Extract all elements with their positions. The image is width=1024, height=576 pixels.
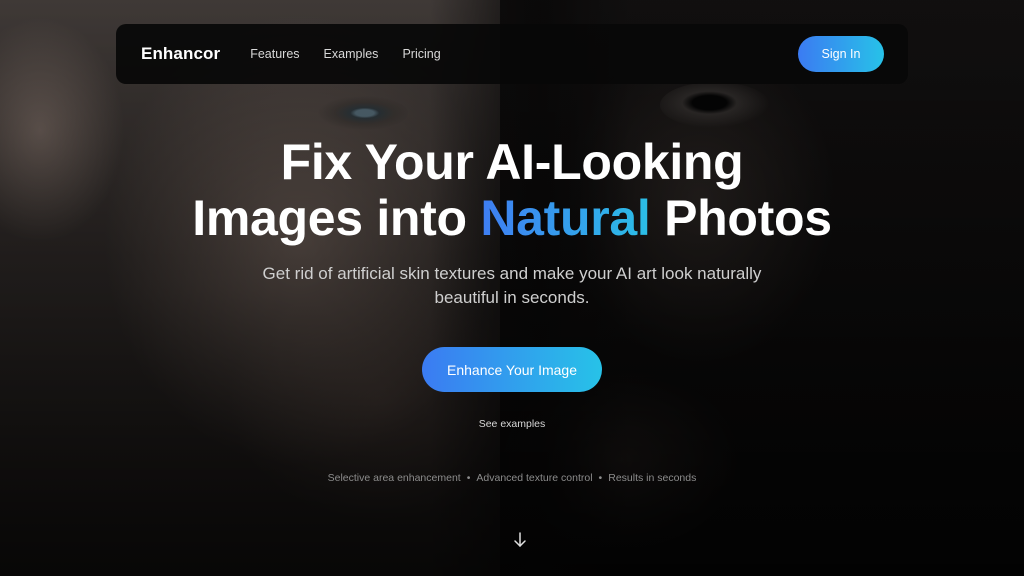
headline-line-1: Fix Your AI-Looking (280, 134, 744, 190)
feature-list: Selective area enhancement • Advanced text… (0, 472, 1024, 484)
hero-section: Enhancor Features Examples Pricing Sign … (0, 0, 1024, 576)
nav-link-pricing[interactable]: Pricing (402, 47, 440, 61)
feature-item: Selective area enhancement (327, 472, 461, 484)
headline-line-2-end: Photos (650, 190, 832, 246)
feature-item: Advanced texture control (476, 472, 593, 484)
feature-item: Results in seconds (608, 472, 697, 484)
feature-separator: • (598, 472, 603, 484)
see-examples-link[interactable]: See examples (0, 418, 1024, 430)
arrow-down-icon[interactable] (512, 531, 528, 549)
feature-separator: • (466, 472, 471, 484)
headline-line-2-start: Images into (192, 190, 481, 246)
nav-link-examples[interactable]: Examples (324, 47, 379, 61)
top-navbar: Enhancor Features Examples Pricing Sign … (116, 24, 908, 84)
logo[interactable]: Enhancor (141, 44, 220, 64)
sign-in-button[interactable]: Sign In (798, 36, 884, 72)
nav-link-features[interactable]: Features (250, 47, 299, 61)
hero-headline: Fix Your AI-Looking Images into Natural … (0, 134, 1024, 246)
hero-subheadline: Get rid of artificial skin textures and … (262, 264, 762, 307)
enhance-image-button[interactable]: Enhance Your Image (422, 347, 602, 392)
nav-links: Features Examples Pricing (250, 47, 440, 61)
headline-accent-word: Natural (480, 190, 651, 246)
